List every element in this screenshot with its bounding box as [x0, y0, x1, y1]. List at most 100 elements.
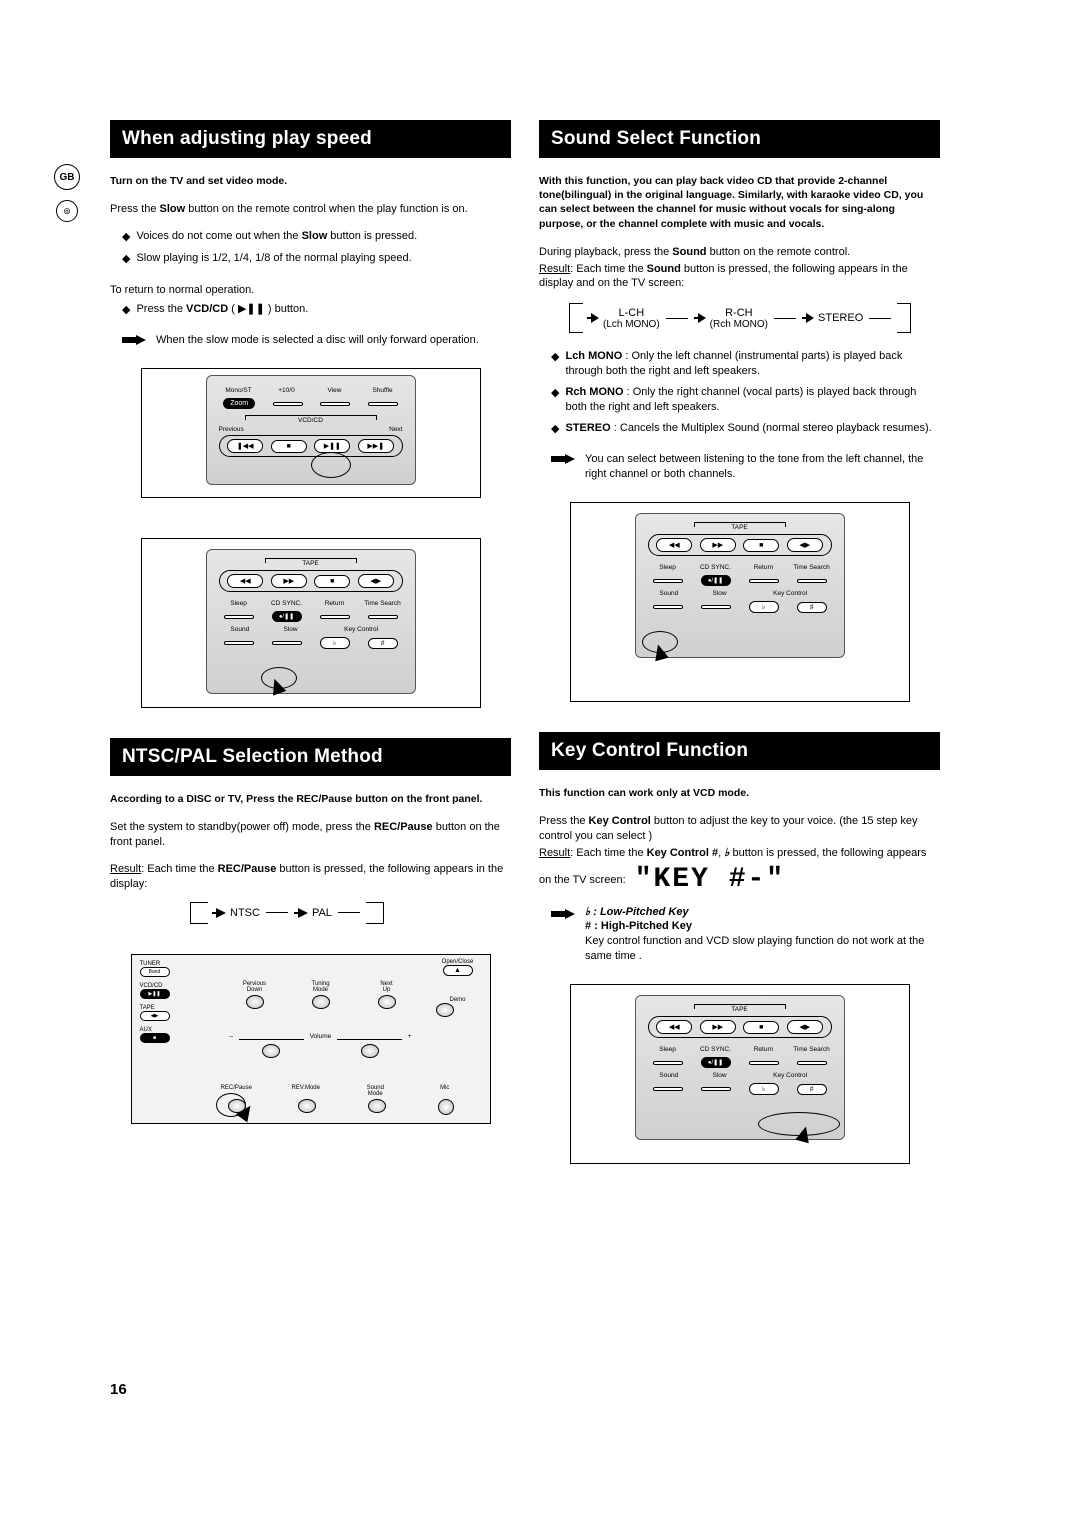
ntsc-p1: Set the system to standby(power off) mod… [110, 820, 511, 850]
sleep-button[interactable] [653, 579, 683, 583]
key-sharp-button[interactable]: ♯ [797, 1084, 827, 1095]
diamond-icon: ◆ [122, 303, 130, 318]
bullet-press-vcdcd: ◆ Press the VCD/CD ( ▶❚❚ ) button. [122, 302, 511, 318]
timesearch-button[interactable] [368, 615, 398, 619]
play-pause-button[interactable]: ▶❚❚ [314, 439, 350, 453]
view-button[interactable] [320, 402, 350, 406]
return-button[interactable] [320, 615, 350, 619]
note-sound-select: You can select between listening to the … [551, 452, 940, 482]
intro-ntsc-pal: According to a DISC or TV, Press the REC… [110, 792, 511, 806]
cdsync-button[interactable]: ●/❚❚ [701, 575, 731, 586]
tuner-button[interactable]: Band [140, 967, 170, 977]
key-flat-button[interactable]: ♭ [749, 1083, 779, 1095]
tape-dir-button[interactable]: ◀▶ [358, 574, 394, 588]
sleep-button[interactable] [653, 1061, 683, 1065]
slow-button[interactable] [272, 641, 302, 645]
sound-cycle: L-CH(Lch MONO) R-CH(Rch MONO) STEREO [569, 303, 940, 333]
tape-label: TAPE [265, 558, 357, 567]
diamond-icon: ◆ [122, 230, 130, 245]
ntsc-result: Result: Each time the REC/Pause button i… [110, 862, 511, 892]
sleep-button[interactable] [224, 615, 254, 619]
pointer-arrow-icon [551, 909, 575, 919]
sound-button[interactable] [653, 1087, 683, 1091]
slow-button[interactable] [701, 1087, 731, 1091]
vcdcd-label: VCD/CD [245, 415, 377, 424]
key-sharp-button[interactable]: ♯ [797, 602, 827, 613]
lcd-display-text: "KEY #-" [635, 861, 785, 899]
sound-p1: During playback, press the Sound button … [539, 245, 940, 260]
disc-icon: ⊚ [56, 200, 78, 222]
zoom-button[interactable]: Zoom [223, 398, 255, 409]
return-button[interactable] [749, 1061, 779, 1065]
pointer-arrow-icon [551, 454, 575, 464]
pointer-arrow-icon [122, 335, 146, 345]
return-normal: To return to normal operation. [110, 283, 511, 298]
demo-button[interactable] [436, 1003, 454, 1017]
diamond-icon: ◆ [551, 386, 559, 401]
aux-panel-button[interactable]: ■ [140, 1033, 170, 1043]
diamond-icon: ◆ [551, 422, 559, 437]
tape-label: TAPE [694, 522, 786, 531]
front-panel-diagram: TUNERBand VCD/CD▶❚❚ TAPE◀▶ AUX■ Open/Clo… [131, 954, 491, 1124]
tape-rew-button[interactable]: ◀◀ [656, 538, 692, 552]
tape-stop-button[interactable]: ■ [314, 575, 350, 588]
tape-rew-button[interactable]: ◀◀ [656, 1020, 692, 1034]
left-column: When adjusting play speed Turn on the TV… [110, 120, 511, 1194]
rev-mode-button[interactable] [298, 1099, 316, 1113]
sound-button[interactable] [224, 641, 254, 645]
tape-dir-button[interactable]: ◀▶ [787, 538, 823, 552]
prev-track-button[interactable]: ❚◀◀ [227, 439, 263, 453]
tape-ff-button[interactable]: ▶▶ [271, 574, 307, 588]
slow-button[interactable] [701, 605, 731, 609]
vol-up-button[interactable] [361, 1044, 379, 1058]
heading-ntsc-pal: NTSC/PAL Selection Method [110, 738, 511, 776]
key-sharp-button[interactable]: ♯ [368, 638, 398, 649]
stop-button[interactable]: ■ [271, 440, 307, 453]
diamond-icon: ◆ [122, 252, 130, 267]
shuffle-button[interactable] [368, 402, 398, 406]
remote-diagram-key-control: TAPE ◀◀ ▶▶ ■ ◀▶ SleepCD SYNC.ReturnTime … [570, 984, 910, 1164]
page-number: 16 [110, 1381, 127, 1398]
next-panel-button[interactable] [378, 995, 396, 1009]
key-flat-button[interactable]: ♭ [749, 601, 779, 613]
language-tab: GB ⊚ [50, 164, 84, 222]
pointer-arrow-icon [267, 677, 285, 696]
bullet-slow-speed: ◆ Slow playing is 1/2, 1/4, 1/8 of the n… [122, 251, 511, 267]
tape-panel-button[interactable]: ◀▶ [140, 1011, 170, 1021]
prev-panel-button[interactable] [246, 995, 264, 1009]
vol-down-button[interactable] [262, 1044, 280, 1058]
tape-stop-button[interactable]: ■ [743, 1021, 779, 1034]
return-button[interactable] [749, 579, 779, 583]
plus10-button[interactable] [273, 402, 303, 406]
tape-label: TAPE [694, 1004, 786, 1013]
tape-ff-button[interactable]: ▶▶ [700, 1020, 736, 1034]
key-flat-button[interactable]: ♭ [320, 637, 350, 649]
bullet-rch-mono: ◆ Rch MONO : Only the right channel (voc… [551, 385, 940, 415]
remote-diagram-sound: TAPE ◀◀ ▶▶ ■ ◀▶ SleepCD SYNC.ReturnTime … [570, 502, 910, 702]
open-close-button[interactable]: ▲ [443, 965, 473, 976]
intro-play-speed: Turn on the TV and set video mode. [110, 174, 511, 188]
heading-sound-select: Sound Select Function [539, 120, 940, 158]
cdsync-button[interactable]: ●/❚❚ [701, 1057, 731, 1068]
bullet-voices: ◆ Voices do not come out when the Slow b… [122, 229, 511, 245]
tape-dir-button[interactable]: ◀▶ [787, 1020, 823, 1034]
next-track-button[interactable]: ▶▶❚ [358, 439, 394, 453]
tape-rew-button[interactable]: ◀◀ [227, 574, 263, 588]
remote-diagram-vcdcd: Mono/ST +10/0 View Shuffle Zoom VCD/CD P… [141, 368, 481, 498]
sound-result: Result: Each time the Sound button is pr… [539, 262, 940, 292]
sound-mode-button[interactable] [368, 1099, 386, 1113]
tuning-panel-button[interactable] [312, 995, 330, 1009]
remote-diagram-tape-slow: TAPE ◀◀ ▶▶ ■ ◀▶ Sleep CD SYNC. Return Ti… [141, 538, 481, 708]
bullet-stereo: ◆ STEREO : Cancels the Multiplex Sound (… [551, 421, 940, 437]
tape-ff-button[interactable]: ▶▶ [700, 538, 736, 552]
timesearch-button[interactable] [797, 579, 827, 583]
bullet-lch-mono: ◆ Lch MONO : Only the left channel (inst… [551, 349, 940, 379]
heading-key-control: Key Control Function [539, 732, 940, 770]
sound-button[interactable] [653, 605, 683, 609]
cdsync-button[interactable]: ●/❚❚ [272, 611, 302, 622]
tape-stop-button[interactable]: ■ [743, 539, 779, 552]
timesearch-button[interactable] [797, 1061, 827, 1065]
pointer-arrow-icon [795, 1125, 813, 1143]
mic-jack[interactable] [438, 1099, 454, 1115]
vcdcd-panel-button[interactable]: ▶❚❚ [140, 989, 170, 999]
